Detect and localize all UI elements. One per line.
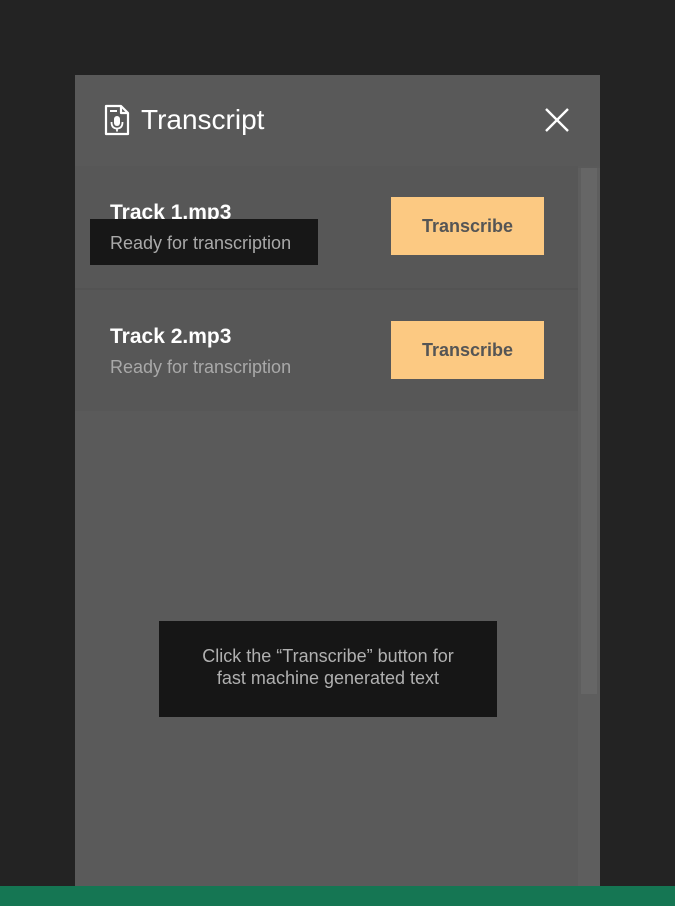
transcript-document-mic-icon <box>104 104 130 136</box>
transcribe-button[interactable]: Transcribe <box>391 197 544 255</box>
track-status-highlight: Ready for transcription <box>90 219 318 265</box>
track-status-wrap: Ready for transcription <box>90 343 318 389</box>
transcribe-button[interactable]: Transcribe <box>391 321 544 379</box>
track-item: Track 2.mp3 Ready for transcription Tran… <box>75 290 578 411</box>
bottom-status-bar <box>0 886 675 906</box>
scrollbar-thumb[interactable] <box>581 168 597 694</box>
track-status: Ready for transcription <box>110 233 292 253</box>
close-icon[interactable] <box>541 104 573 136</box>
close-button[interactable] <box>541 104 573 136</box>
scrollbar[interactable] <box>578 168 600 886</box>
track-list: Track 1.mp3 Ready for transcription Tran… <box>75 166 578 411</box>
panel-header: Transcript <box>75 75 600 166</box>
hint-line-1: Click the “Transcribe” button for <box>202 646 454 666</box>
transcript-panel: Transcript Track 1.mp3 Ready for transcr… <box>75 75 600 886</box>
hint-line-2: fast machine generated text <box>216 668 440 688</box>
panel-title: Transcript <box>141 104 265 135</box>
track-status: Ready for transcription <box>110 357 292 377</box>
hint-tooltip: Click the “Transcribe” button for fast m… <box>159 621 497 717</box>
track-item: Track 1.mp3 Ready for transcription Tran… <box>75 166 578 290</box>
